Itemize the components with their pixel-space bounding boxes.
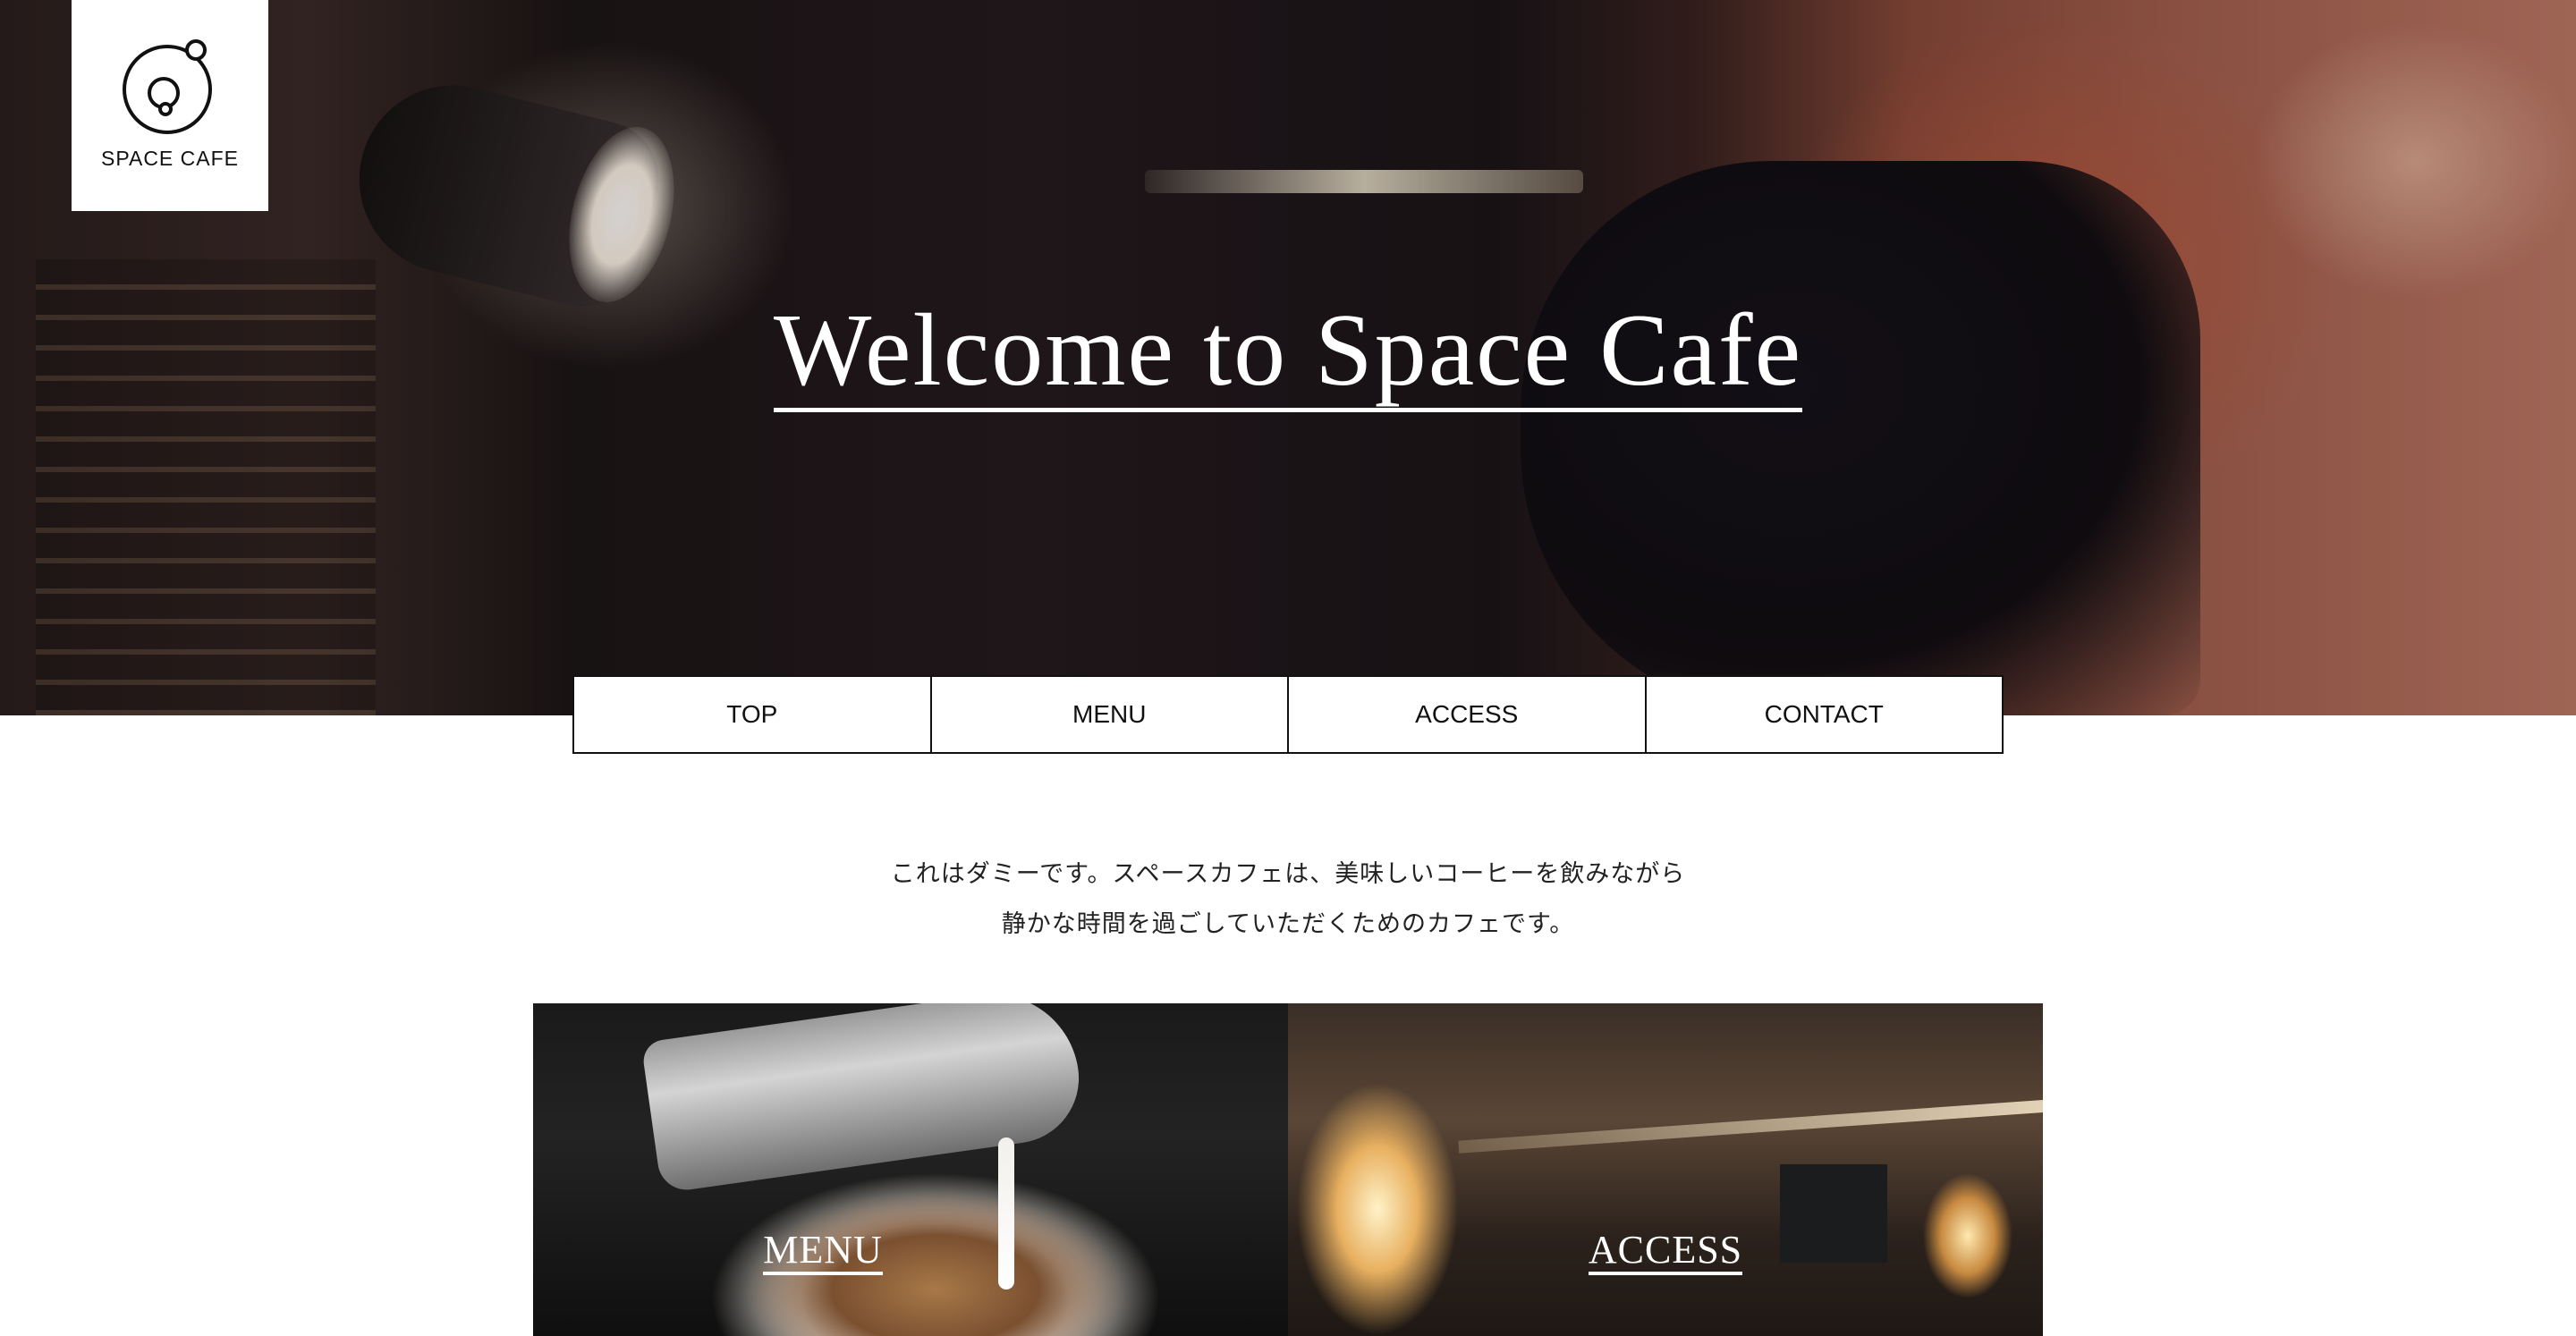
hero-banner: SPACE CAFE Welcome to Space Cafe bbox=[0, 0, 2576, 715]
intro-line-1: これはダミーです。スペースカフェは、美味しいコーヒーを飲みながら bbox=[890, 860, 1686, 888]
nav-item-access[interactable]: ACCESS bbox=[1289, 677, 1647, 752]
hero-title: Welcome to Space Cafe bbox=[0, 296, 2576, 412]
menu-card-label: MENU bbox=[533, 1228, 1200, 1276]
intro-line-2: 静かな時間を過ごしていただくためのカフェです。 bbox=[1001, 910, 1575, 938]
nav-item-menu[interactable]: MENU bbox=[932, 677, 1289, 752]
counter-light-image bbox=[1458, 1098, 2043, 1154]
site-logo[interactable]: SPACE CAFE bbox=[72, 0, 268, 211]
nav-item-contact[interactable]: CONTACT bbox=[1647, 677, 2003, 752]
access-card-label-text[interactable]: ACCESS bbox=[1588, 1228, 1743, 1276]
menu-card-label-text[interactable]: MENU bbox=[763, 1228, 883, 1276]
intro-text: これはダミーです。スペースカフェは、美味しいコーヒーを飲みながら 静かな時間を過… bbox=[0, 850, 2576, 950]
nav-item-top[interactable]: TOP bbox=[574, 677, 932, 752]
menu-card[interactable]: MENU bbox=[533, 1003, 1288, 1336]
page: SPACE CAFE Welcome to Space Cafe TOP MEN… bbox=[0, 0, 2576, 1336]
milk-pitcher-image bbox=[640, 1003, 1088, 1194]
main-nav: TOP MENU ACCESS CONTACT bbox=[572, 675, 2004, 754]
access-card-label: ACCESS bbox=[1288, 1228, 2043, 1276]
hero-title-text: Welcome to Space Cafe bbox=[773, 296, 1803, 412]
planet-orbit-icon bbox=[123, 39, 212, 134]
logo-text: SPACE CAFE bbox=[101, 147, 239, 170]
access-card[interactable]: ACCESS bbox=[1288, 1003, 2043, 1336]
